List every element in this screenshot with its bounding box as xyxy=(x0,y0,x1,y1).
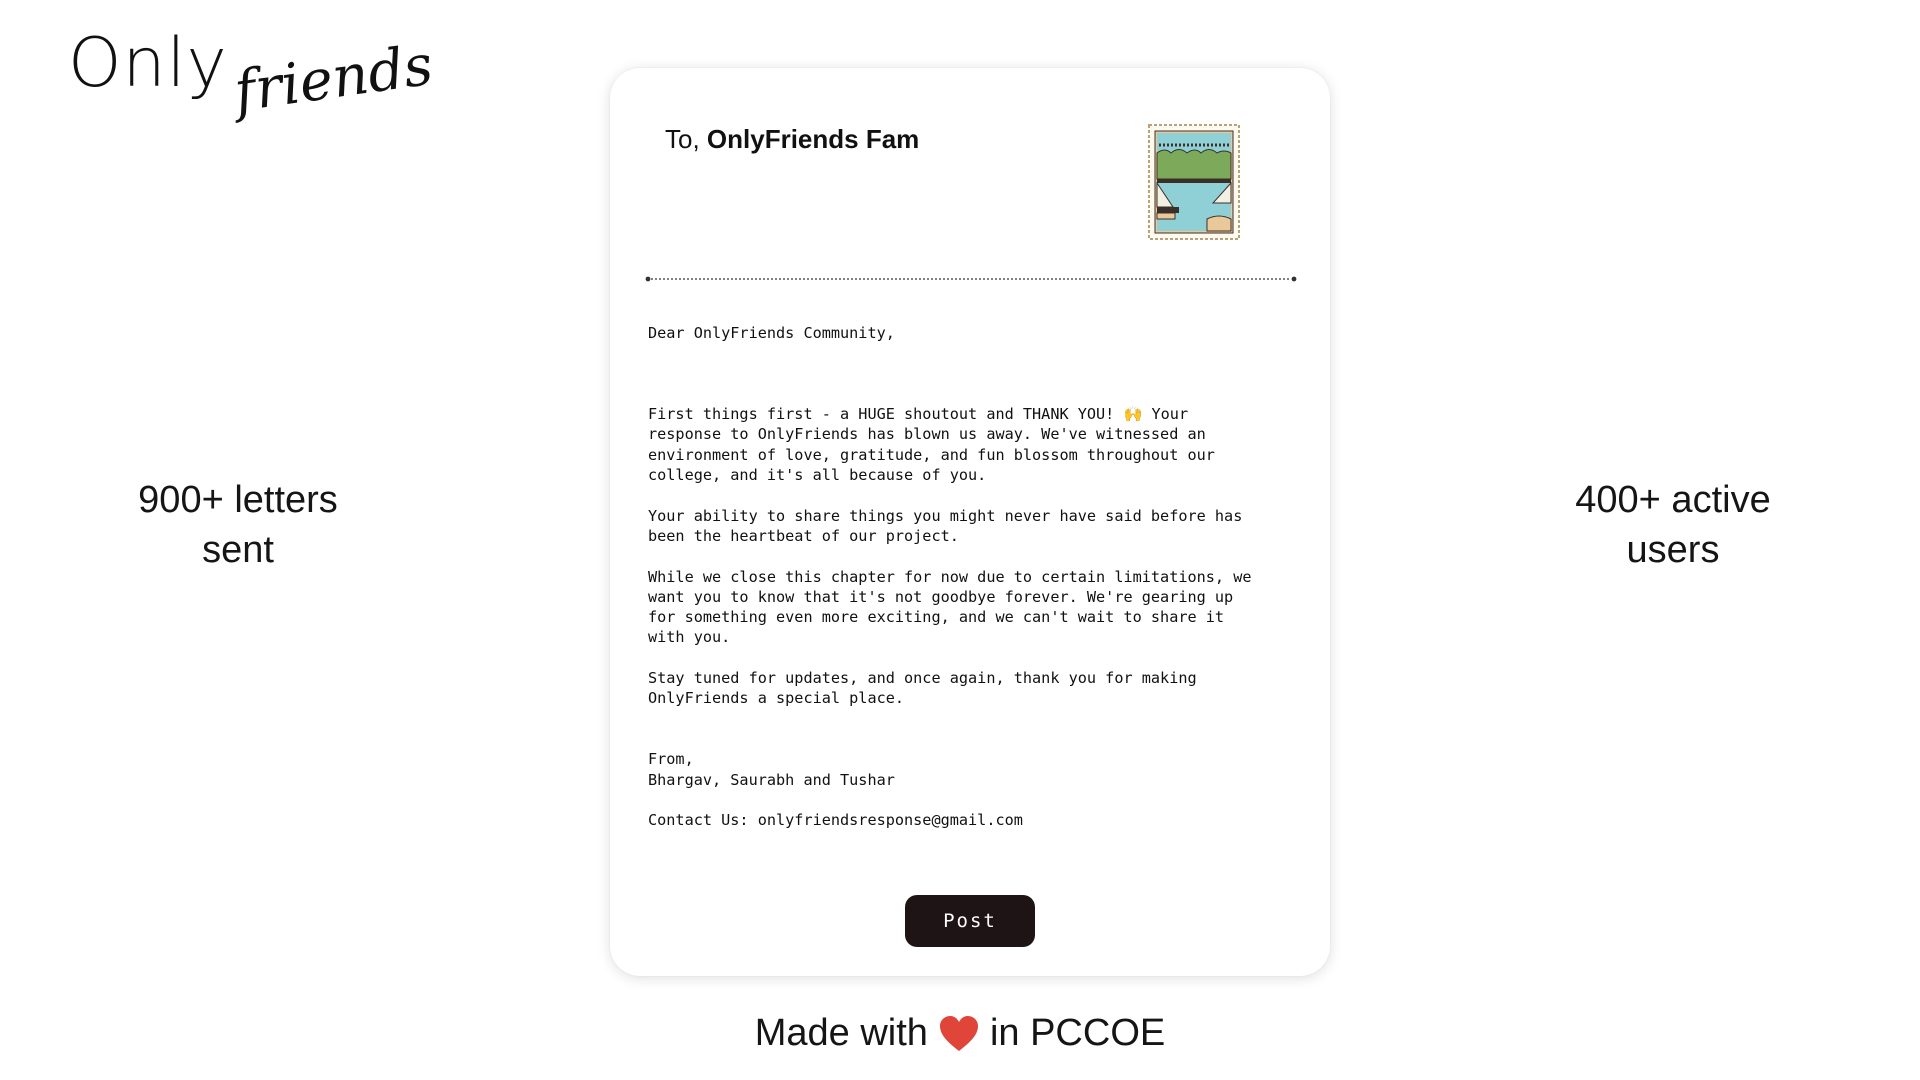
recipient-prefix: To, xyxy=(665,124,700,154)
post-button[interactable]: Post xyxy=(905,895,1035,947)
contact-email[interactable]: Contact Us: onlyfriendsresponse@gmail.co… xyxy=(648,810,1288,830)
heart-icon xyxy=(939,1015,978,1051)
recipient-name: OnlyFriends Fam xyxy=(706,124,920,154)
letter-card: To, OnlyFriends Fam Dear OnlyFriends Com… xyxy=(610,68,1330,976)
letter-paragraph-1: First things first - a HUGE shoutout and… xyxy=(648,405,1215,485)
footer-suffix: in PCCOE xyxy=(989,1012,1166,1054)
active-users-line1: 400+ active xyxy=(1575,479,1771,521)
footer-prefix: Made with xyxy=(754,1012,928,1054)
letter-signoff: From, xyxy=(648,750,694,769)
footer-credit: Made with in PCCOE xyxy=(0,1012,1920,1055)
letter-body: Dear OnlyFriends Community, First things… xyxy=(648,323,1288,830)
recipient-line: To, OnlyFriends Fam xyxy=(665,124,919,155)
letters-sent-line1: 900+ letters xyxy=(138,479,338,521)
letter-signers: Bhargav, Saurabh and Tushar xyxy=(648,770,895,789)
letter-paragraph-4: Stay tuned for updates, and once again, … xyxy=(648,669,1197,708)
letter-divider xyxy=(645,276,1297,282)
active-users-stat: 400+ active users xyxy=(1513,475,1833,575)
letters-sent-line2: sent xyxy=(202,529,274,571)
page: Only friends 900+ letters sent 400+ acti… xyxy=(0,0,1920,1080)
logo-text-friends: friends xyxy=(230,32,437,125)
letter-greeting: Dear OnlyFriends Community, xyxy=(648,324,895,342)
logo-text-only: Only xyxy=(68,24,228,103)
active-users-line2: users xyxy=(1626,529,1720,571)
letters-sent-stat: 900+ letters sent xyxy=(78,475,398,575)
postage-stamp-icon xyxy=(1148,124,1240,240)
letter-paragraph-3: While we close this chapter for now due … xyxy=(648,567,1252,647)
brand-logo: Only friends xyxy=(68,24,436,125)
letter-paragraph-2: Your ability to share things you might n… xyxy=(648,506,1243,545)
